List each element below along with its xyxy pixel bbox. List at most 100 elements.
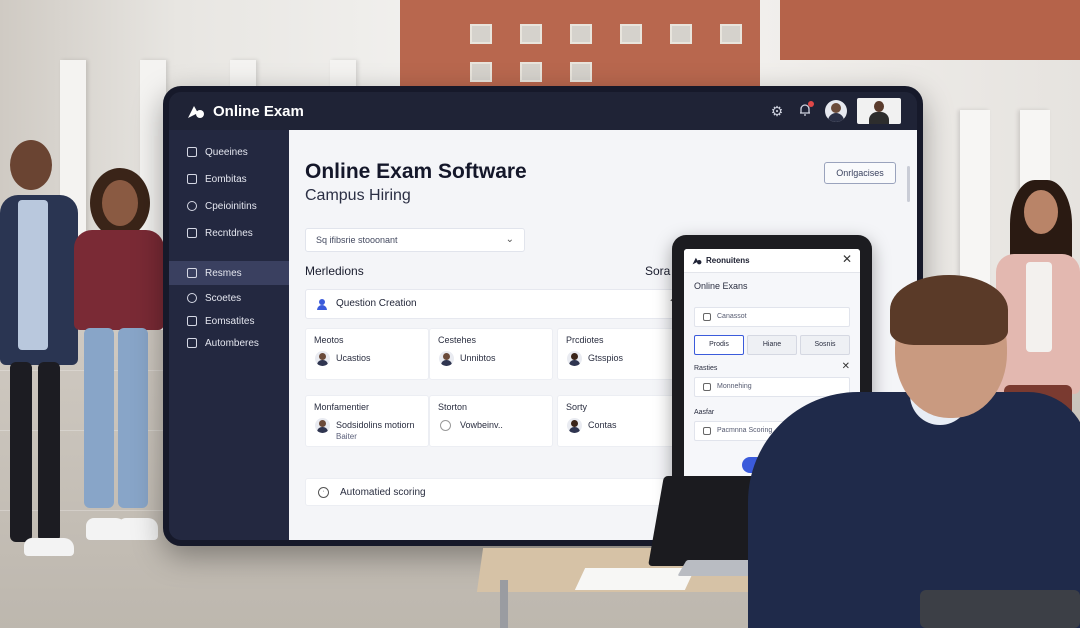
window <box>670 24 692 44</box>
card-name: Contas <box>588 420 617 430</box>
card-extra: Baiter <box>336 432 357 441</box>
user-avatar[interactable] <box>825 100 847 122</box>
person-shoe <box>24 538 74 556</box>
exam-select[interactable]: Sq ifibsrie stooonant ⌄ <box>305 228 525 252</box>
sidebar-item-eombitas[interactable]: Eombitas <box>169 167 289 191</box>
card-title: Monfamentier <box>314 402 370 412</box>
sidebar: Queeines Eombitas Cpeioinitins Recntdnes… <box>169 130 289 540</box>
avatar <box>567 418 582 433</box>
section-heading-right: Sora <box>645 264 671 278</box>
sidebar-item-label: Cpeioinitins <box>205 200 257 212</box>
phone-field-value: Pacmnna Scoring <box>717 427 773 434</box>
phone-label: Aasfar <box>694 409 715 416</box>
sidebar-item-eomsatites[interactable]: Eomsatites <box>169 309 289 333</box>
sidebar-item-automberes[interactable]: Automberes <box>169 331 289 355</box>
phone-field[interactable]: Canassot <box>694 307 850 327</box>
person-head <box>1024 190 1058 234</box>
page-title: Online Exam Software <box>305 160 527 183</box>
card-name: Sodsidolins motiorn <box>336 420 415 430</box>
paper-sheet <box>574 568 696 590</box>
sidebar-item-scoetes[interactable]: Scoetes <box>169 286 289 310</box>
brick-facade <box>780 0 1080 60</box>
avatar <box>315 418 330 433</box>
avatar <box>567 351 582 366</box>
person-leg <box>38 362 60 542</box>
close-icon[interactable]: ✕ <box>842 252 852 266</box>
mail-icon <box>187 316 197 326</box>
field-icon <box>703 383 711 391</box>
phone-page-title: Online Exans <box>694 281 748 291</box>
window <box>470 62 492 82</box>
person-leg <box>84 328 114 508</box>
automated-scoring-label: Automatied scoring <box>340 487 426 498</box>
logo-icon <box>692 257 702 265</box>
question-creation-panel[interactable]: Question Creation ⌃ <box>305 289 685 319</box>
card[interactable]: Sorty Contas <box>557 395 685 447</box>
chair <box>920 590 1080 628</box>
app-title: Online Exam <box>213 103 304 120</box>
phone-field-value: Monnehing <box>717 383 752 390</box>
person-leg <box>10 362 32 542</box>
sidebar-item-cpeioinitins[interactable]: Cpeioinitins <box>169 194 289 218</box>
card[interactable]: Prcdiotes Gtsspios <box>557 328 685 380</box>
calendar-icon <box>187 174 197 184</box>
window <box>570 24 592 44</box>
user-icon <box>187 293 197 303</box>
top-bar: Online Exam ⚙ <box>169 92 917 130</box>
profile-photo[interactable] <box>857 98 901 124</box>
person-woman-left <box>72 168 172 568</box>
sidebar-item-queeines[interactable]: Queeines <box>169 140 289 164</box>
automated-scoring-panel[interactable]: · Automatied scoring <box>305 478 685 506</box>
notification-badge <box>808 101 814 107</box>
card-title: Prcdiotes <box>566 335 604 345</box>
card[interactable]: Meotos Ucastios <box>305 328 429 380</box>
sidebar-item-label: Resmes <box>205 267 242 279</box>
window <box>520 62 542 82</box>
card-title: Sorty <box>566 402 588 412</box>
circle-icon <box>440 420 451 431</box>
field-icon <box>703 427 711 435</box>
sidebar-item-recntdnes[interactable]: Recntdnes <box>169 221 289 245</box>
card-title: Cestehes <box>438 335 477 345</box>
close-icon[interactable]: ✕ <box>842 361 850 372</box>
phone-tab[interactable]: Hiane <box>747 335 797 355</box>
person-hair <box>890 275 1008 345</box>
scrollbar[interactable] <box>907 166 910 202</box>
settings-icon[interactable]: ⚙ <box>769 103 785 119</box>
window <box>620 24 642 44</box>
sidebar-item-label: Eombitas <box>205 173 247 185</box>
window <box>720 24 742 44</box>
card-title: Storton <box>438 402 468 412</box>
person-torso <box>74 230 164 330</box>
top-action-button[interactable]: Onrlgacises <box>824 162 896 184</box>
question-creation-label: Question Creation <box>336 298 417 309</box>
user-icon <box>187 201 197 211</box>
person-shoe <box>118 518 158 540</box>
section-heading: Merledions <box>305 264 364 278</box>
list-icon <box>187 147 197 157</box>
person-shirt <box>18 200 48 350</box>
person-head <box>10 140 52 190</box>
sidebar-item-label: Eomsatites <box>205 315 255 327</box>
brick-building <box>400 0 780 90</box>
phone-tab[interactable]: Prodis <box>694 335 744 355</box>
sidebar-item-label: Automberes <box>205 337 259 349</box>
phone-field-value: Canassot <box>717 313 747 320</box>
field-icon <box>703 313 711 321</box>
desk-leg <box>500 580 508 628</box>
person-man-left <box>0 140 80 570</box>
window <box>570 62 592 82</box>
sidebar-item-resmes[interactable]: Resmes <box>169 261 289 285</box>
card-name: Vowbeinv.. <box>460 420 503 430</box>
phone-tab[interactable]: Sosnis <box>800 335 850 355</box>
window <box>520 24 542 44</box>
phone-field[interactable]: Monnehing <box>694 377 850 397</box>
avatar <box>315 351 330 366</box>
user-icon <box>317 299 327 310</box>
clock-icon: · <box>318 487 329 498</box>
select-value: Sq ifibsrie stooonant <box>316 235 398 245</box>
card[interactable]: Cestehes Unnibtos <box>429 328 553 380</box>
document-icon <box>187 228 197 238</box>
card[interactable]: Monfamentier Sodsidolins motiorn Baiter <box>305 395 429 447</box>
card[interactable]: Storton Vowbeinv.. <box>429 395 553 447</box>
